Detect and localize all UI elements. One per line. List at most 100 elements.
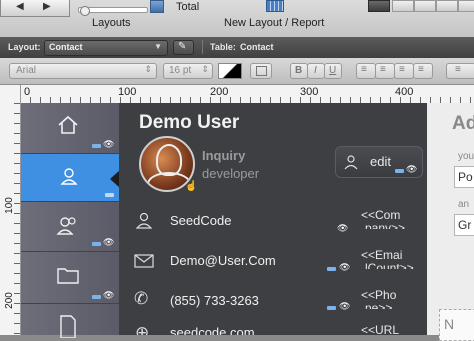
horizontal-ruler: 0 100 200 300 400 [20,85,474,104]
right-pane-title: Ad [452,113,474,134]
slider-thumb[interactable] [80,6,90,16]
top-toolbar: ◀ ▶ Layouts Total New Layout / Report [0,0,474,38]
tool-button[interactable] [392,0,414,12]
edit-layout-button[interactable]: ✎ [173,40,194,55]
text-field[interactable]: Po [454,166,474,188]
ruler-tick-label: 100 [118,86,137,98]
blue-marker [395,169,404,173]
align-center-button[interactable]: ≡ [375,63,395,79]
right-pane: Ad you Po an Gr N [427,103,474,341]
globe-icon: ⊕ [135,323,150,335]
text-field[interactable]: Gr [454,214,474,236]
sidebar-item-document[interactable] [21,302,119,338]
ruler-tick-label: 200 [210,86,229,98]
align-left-icon: ≡ [361,64,367,75]
align-right-button[interactable]: ≡ [394,63,414,79]
table-grid-icon[interactable] [266,0,284,12]
table-value: Contact [240,42,274,52]
bottom-box[interactable]: N [439,309,474,341]
divider [202,40,203,54]
blue-marker [327,267,336,271]
contact-name[interactable]: Demo User [139,112,239,134]
eye-icon: 👁 [337,223,349,233]
field-label: an [458,199,470,210]
vertical-ruler: 100 200 [0,85,21,335]
fill-icon [256,66,267,76]
line-spacing-button[interactable]: ≡ [446,63,474,79]
field-label: you [458,151,474,162]
justify-button[interactable]: ≡ [413,63,433,79]
layout-bar: Layout: Contact ▼ ✎ Table: Contact [0,37,474,59]
people-icon [56,217,76,235]
pointer-tool-button[interactable] [368,0,390,12]
layout-label: Layout: [8,42,41,52]
list-item-phone[interactable]: ✆ (855) 733-3263 👁 <<Pho ne>> [119,283,427,319]
color-swatch[interactable] [218,63,242,79]
eye-icon: 👁 [103,290,115,300]
line-spacing-icon: ≡ [455,64,461,75]
ruler-tick-label: 400 [395,86,414,98]
bottom-box-label: N [444,316,455,332]
tool-button[interactable] [436,0,458,12]
italic-button[interactable]: I [307,63,325,79]
contact-role[interactable]: developer [202,166,259,181]
bold-button[interactable]: B [290,63,308,79]
chevron-down-icon: ▼ [154,42,162,51]
list-item-company[interactable]: SeedCode 👁 <<Com pany>> [119,203,427,239]
arrow-right-icon: ▶ [43,1,51,12]
tool-button[interactable] [458,0,474,12]
merge-field-url: <<URL [361,323,400,335]
field-value: Gr [458,218,472,232]
list-item-website[interactable]: ⊕ seedcode.com <<URL [119,323,427,335]
list-item-email[interactable]: Demo@User.Com 👁 <<Emai lCount>> [119,243,427,279]
blue-marker [92,295,101,299]
chevron-updown-icon: ⇕ [144,64,152,74]
size-select[interactable]: 16 pt ⇕ [163,63,213,79]
eye-icon: 👁 [406,164,418,174]
ruler-tick-label: 300 [300,86,319,98]
sidebar-item-contact[interactable] [21,154,119,201]
merge-field-email-2: lCount>> [365,261,414,269]
sidebar-item-home[interactable]: 👁 [21,103,119,153]
italic-label: I [314,65,317,76]
eye-icon: 👁 [103,139,115,149]
format-bar: Arial ⇕ 16 pt ⇕ B I U ≡ ≡ ≡ ≡ ≡ [0,58,474,85]
ruler-tick-label: 200 [3,292,15,309]
total-label: Total [176,1,200,13]
folder-icon [57,268,79,284]
edit-button[interactable]: edit 👁 [335,146,423,178]
chevron-updown-icon: ⇕ [201,64,209,74]
new-layout-label[interactable]: New Layout / Report [224,17,324,29]
phone-icon: ✆ [134,289,149,308]
align-center-icon: ≡ [380,64,386,75]
fill-button[interactable] [250,63,272,79]
company-text: SeedCode [170,213,232,228]
bold-label: B [295,65,303,76]
contact-status[interactable]: Inquiry [202,148,245,163]
ruler-ticks [14,103,20,335]
merge-field-phone-2: ne>> [365,301,393,309]
total-icon [150,0,164,13]
blue-marker [327,306,336,310]
layout-select[interactable]: Contact ▼ [44,40,168,56]
align-left-button[interactable]: ≡ [356,63,376,79]
merge-field-company: <<Com [361,208,401,222]
sidebar-item-people[interactable]: 👁 [21,202,119,250]
underline-label: U [329,65,337,76]
email-text: Demo@User.Com [170,253,276,268]
blue-marker [105,193,114,197]
blue-marker [92,144,101,148]
blue-marker [92,242,101,246]
font-select[interactable]: Arial ⇕ [9,63,157,79]
sidebar-item-folder[interactable]: 👁 [21,251,119,301]
size-value: 16 pt [169,65,192,76]
envelope-icon [134,254,154,268]
underline-button[interactable]: U [324,63,342,79]
layouts-label: Layouts [92,17,131,29]
justify-icon: ≡ [418,64,424,75]
tool-button[interactable] [414,0,436,12]
layout-nav-buttons[interactable]: ◀ ▶ [0,0,70,17]
person-icon [135,212,153,229]
edit-label: edit [370,154,391,169]
field-value: Po [458,170,473,184]
